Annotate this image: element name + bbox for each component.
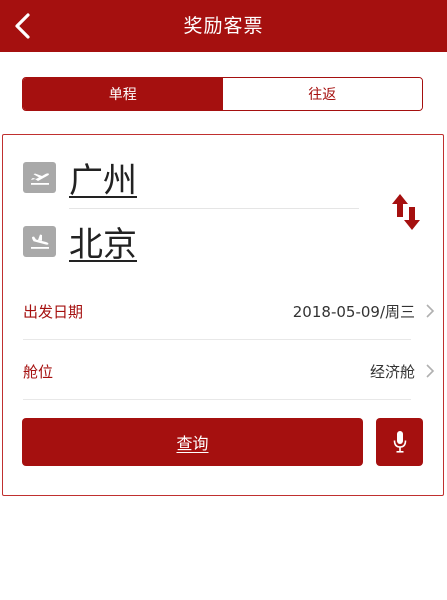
page-title: 奖励客票	[183, 15, 264, 37]
cabin-row[interactable]: 舱位 经济舱	[23, 351, 435, 391]
cabin-value: 经济舱	[369, 362, 415, 381]
departure-city[interactable]: 广州	[69, 153, 137, 202]
city-divider	[69, 208, 359, 209]
row-divider	[23, 339, 411, 340]
departure-date-row[interactable]: 出发日期 2018-05-09/周三	[23, 291, 435, 331]
top-bar: 奖励客票	[0, 0, 447, 52]
tab-one-way[interactable]: 单程	[23, 78, 223, 110]
departure-row[interactable]: 广州	[23, 153, 137, 202]
arrival-city[interactable]: 北京	[69, 217, 137, 266]
swap-cities-button[interactable]	[389, 193, 423, 231]
departure-date-label: 出发日期	[23, 302, 84, 321]
tab-round-trip[interactable]: 往返	[222, 78, 422, 110]
row-divider	[23, 399, 411, 400]
trip-type-toggle: 单程 往返	[22, 77, 423, 111]
microphone-icon	[393, 431, 406, 453]
swap-arrows-icon	[392, 194, 420, 230]
cabin-label: 舱位	[23, 362, 54, 381]
departure-date-value: 2018-05-09/周三	[292, 302, 415, 321]
search-button[interactable]: 查询	[22, 418, 363, 466]
chevron-right-icon	[426, 304, 435, 318]
plane-landing-icon	[23, 225, 56, 257]
plane-takeoff-icon	[23, 161, 56, 193]
voice-search-button[interactable]	[376, 418, 423, 466]
arrival-row[interactable]: 北京	[23, 217, 137, 266]
chevron-right-icon	[426, 364, 435, 378]
search-card: 广州 北京 出发日期 2018-05-09/周三 舱位 经济舱 查询	[2, 134, 444, 496]
